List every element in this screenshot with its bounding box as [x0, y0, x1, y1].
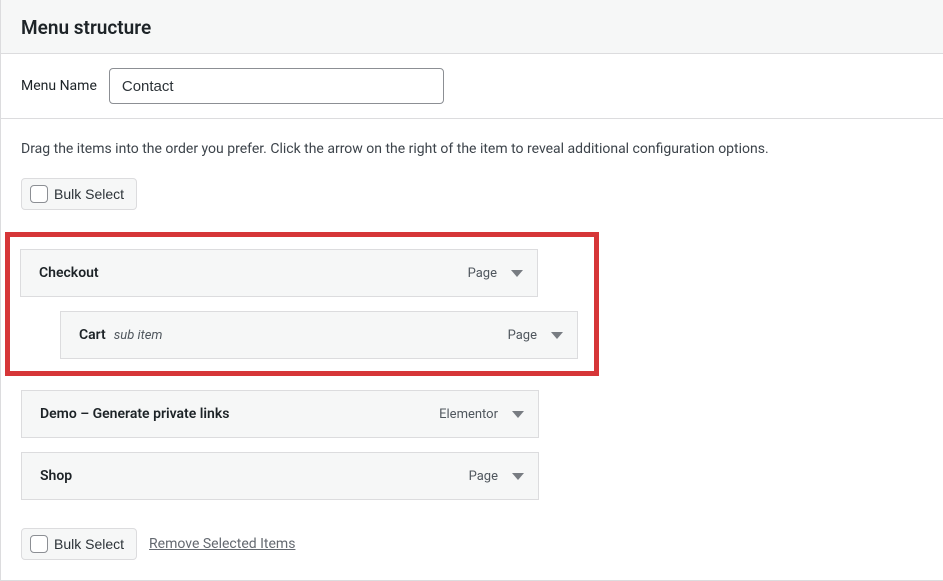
remove-selected-link[interactable]: Remove Selected Items: [149, 536, 295, 552]
menu-item-subnote: sub item: [114, 328, 163, 343]
highlight-box: Checkout Page Cart sub item Page: [5, 232, 599, 376]
chevron-down-icon[interactable]: [512, 473, 524, 480]
panel-title: Menu structure: [21, 16, 923, 39]
menu-item-checkout[interactable]: Checkout Page: [20, 249, 538, 297]
bulk-row-bottom: Bulk Select Remove Selected Items: [21, 528, 923, 560]
bulk-select-label: Bulk Select: [54, 536, 124, 552]
menu-items-rest: Demo – Generate private links Elementor …: [21, 390, 923, 500]
menu-name-input[interactable]: [109, 68, 444, 104]
menu-item-shop[interactable]: Shop Page: [21, 452, 539, 500]
menu-item-left: Checkout: [39, 265, 99, 281]
bulk-row-top: Bulk Select: [21, 178, 923, 210]
chevron-down-icon[interactable]: [511, 270, 523, 277]
menu-item-demo-generate-private-links[interactable]: Demo – Generate private links Elementor: [21, 390, 539, 438]
panel-body: Menu Name Drag the items into the order …: [1, 53, 943, 580]
content-area: Drag the items into the order you prefer…: [1, 119, 943, 580]
bulk-select-button-bottom[interactable]: Bulk Select: [21, 528, 137, 560]
menu-item-type: Page: [508, 328, 537, 343]
bulk-select-checkbox-icon: [30, 185, 48, 203]
menu-item-type: Page: [468, 266, 497, 281]
menu-item-type: Elementor: [439, 407, 498, 422]
menu-name-row: Menu Name: [1, 54, 943, 119]
menu-item-title: Cart: [79, 327, 106, 343]
menu-item-left: Cart sub item: [79, 327, 162, 343]
chevron-down-icon[interactable]: [512, 411, 524, 418]
bulk-select-button-top[interactable]: Bulk Select: [21, 178, 137, 210]
bulk-select-checkbox-icon: [30, 535, 48, 553]
panel-header: Menu structure: [1, 0, 943, 53]
menu-item-right: Elementor: [439, 407, 524, 422]
chevron-down-icon[interactable]: [551, 332, 563, 339]
instructions-text: Drag the items into the order you prefer…: [21, 139, 923, 160]
menu-name-label: Menu Name: [21, 78, 97, 94]
menu-item-title: Checkout: [39, 265, 99, 281]
menu-item-right: Page: [469, 469, 524, 484]
bulk-select-label: Bulk Select: [54, 186, 124, 202]
menu-item-left: Demo – Generate private links: [40, 406, 229, 422]
menu-item-title: Demo – Generate private links: [40, 406, 229, 422]
menu-item-right: Page: [508, 328, 563, 343]
menu-item-title: Shop: [40, 468, 72, 484]
menu-structure-panel: Menu structure Menu Name Drag the items …: [0, 0, 943, 581]
menu-item-type: Page: [469, 469, 498, 484]
menu-item-right: Page: [468, 266, 523, 281]
menu-item-left: Shop: [40, 468, 72, 484]
menu-item-cart[interactable]: Cart sub item Page: [60, 311, 578, 359]
